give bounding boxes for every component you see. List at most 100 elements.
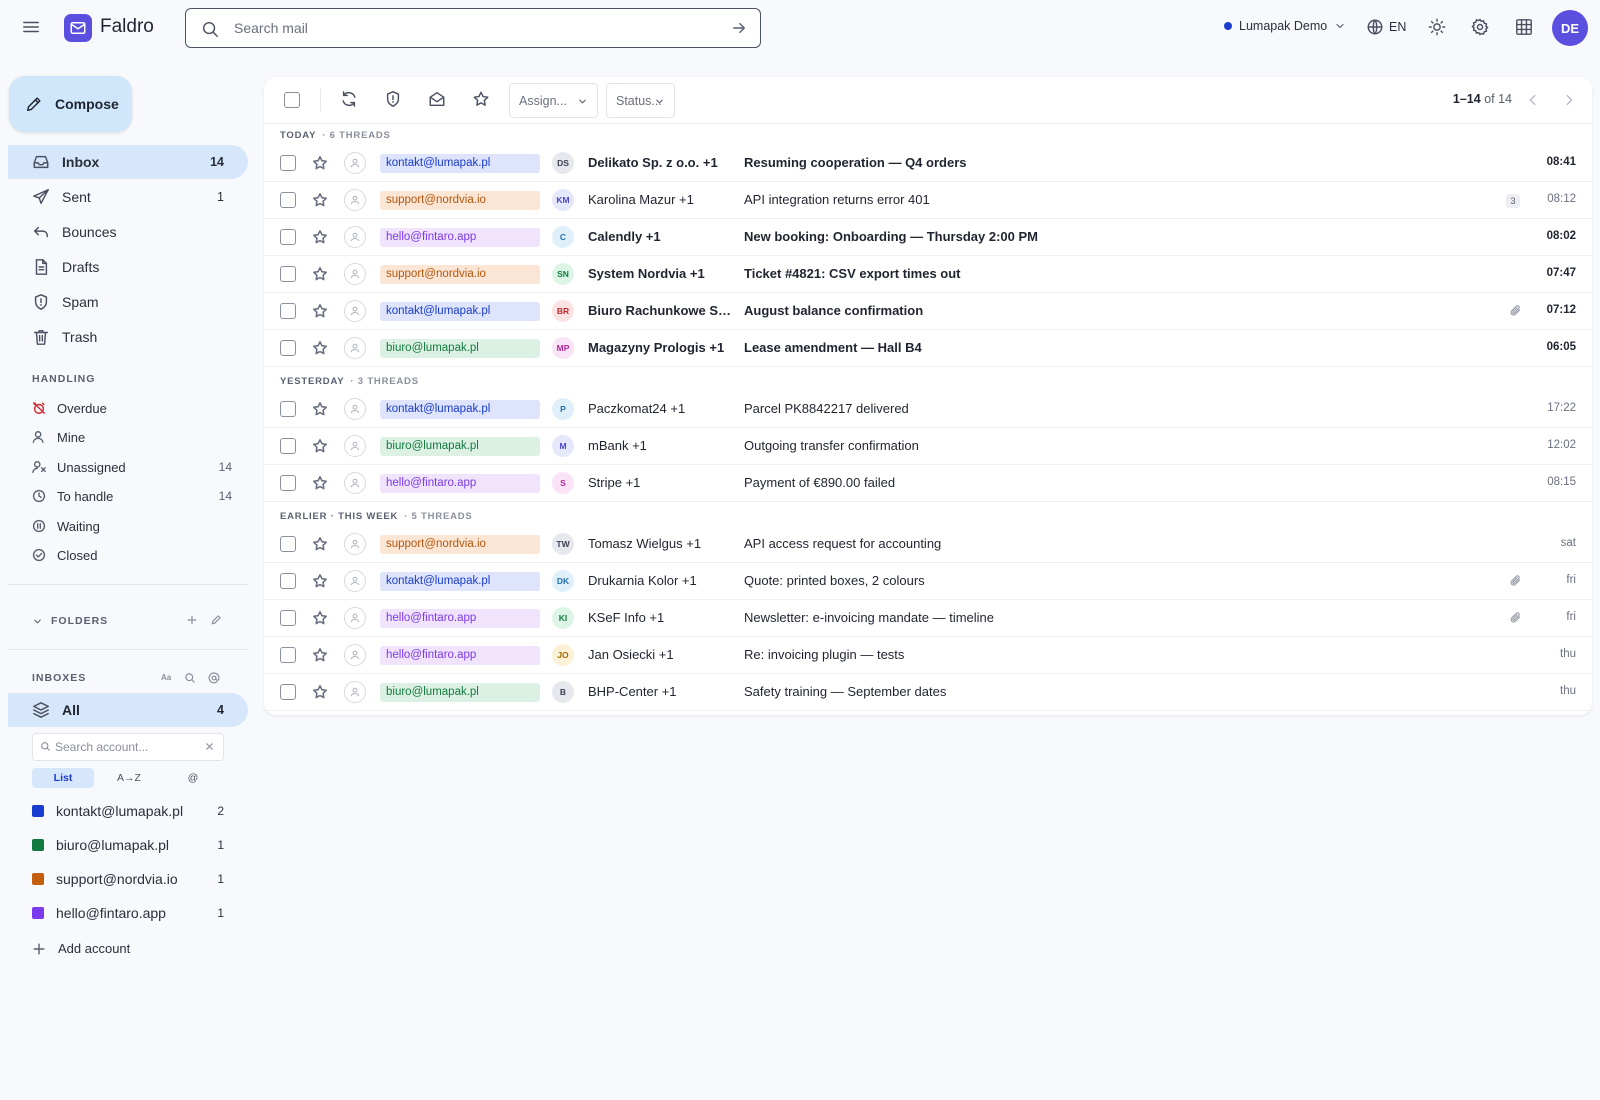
email-row[interactable]: hello@fintaro.app S Stripe +1 Payment of €8…: [264, 465, 1592, 502]
star-icon[interactable]: [312, 401, 328, 417]
text-size-icon[interactable]: Aa: [161, 673, 171, 682]
nav-drafts[interactable]: Drafts: [8, 250, 248, 284]
assignee-user-icon[interactable]: [344, 398, 366, 420]
nav-bounces[interactable]: Bounces: [8, 215, 248, 249]
email-row[interactable]: kontakt@lumapak.pl BR Biuro Rachunkowe Sal…: [264, 293, 1592, 330]
account-tag[interactable]: biuro@lumapak.pl: [380, 437, 540, 456]
search-bar[interactable]: [185, 8, 761, 48]
star-icon[interactable]: [472, 90, 490, 108]
account-tag[interactable]: support@nordvia.io: [380, 191, 540, 210]
row-checkbox[interactable]: [280, 340, 296, 356]
row-checkbox[interactable]: [280, 610, 296, 626]
email-row[interactable]: support@nordvia.io KM Karolina Mazur +1 API…: [264, 182, 1592, 219]
nav-sent[interactable]: Sent 1: [8, 180, 248, 214]
row-checkbox[interactable]: [280, 192, 296, 208]
assignee-user-icon[interactable]: [344, 263, 366, 285]
account-tag[interactable]: support@nordvia.io: [380, 265, 540, 284]
star-icon[interactable]: [312, 303, 328, 319]
assignee-user-icon[interactable]: [344, 644, 366, 666]
edit-folder-icon[interactable]: [210, 614, 222, 626]
star-icon[interactable]: [312, 536, 328, 552]
email-row[interactable]: kontakt@lumapak.pl DS Delikato Sp. z o.o. …: [264, 145, 1592, 182]
account-tag[interactable]: kontakt@lumapak.pl: [380, 572, 540, 591]
star-icon[interactable]: [312, 647, 328, 663]
account-search-input[interactable]: [55, 734, 205, 760]
compose-button[interactable]: Compose: [9, 76, 132, 132]
account-item[interactable]: kontakt@lumapak.pl 2: [32, 798, 224, 824]
select-all-checkbox[interactable]: [284, 92, 300, 108]
handling-item-closed[interactable]: Closed: [32, 541, 232, 569]
row-checkbox[interactable]: [280, 475, 296, 491]
inboxes-all[interactable]: All 4: [8, 693, 248, 727]
language-switcher[interactable]: EN: [1366, 18, 1406, 36]
account-item[interactable]: hello@fintaro.app 1: [32, 900, 224, 926]
status-dropdown[interactable]: Status...: [606, 83, 675, 118]
refresh-icon[interactable]: [340, 90, 358, 108]
account-search[interactable]: [32, 733, 224, 761]
assign-dropdown[interactable]: Assign...: [509, 83, 598, 118]
star-icon[interactable]: [312, 684, 328, 700]
email-row[interactable]: hello@fintaro.app C Calendly +1 New booking…: [264, 219, 1592, 256]
view-mode-at[interactable]: @: [162, 768, 224, 788]
view-mode-list[interactable]: List: [32, 768, 94, 788]
email-row[interactable]: kontakt@lumapak.pl P Paczkomat24 +1 Parcel …: [264, 391, 1592, 428]
user-avatar[interactable]: DE: [1552, 10, 1588, 46]
row-checkbox[interactable]: [280, 573, 296, 589]
star-icon[interactable]: [312, 266, 328, 282]
star-icon[interactable]: [312, 192, 328, 208]
nav-inbox[interactable]: Inbox 14: [8, 145, 248, 179]
apps-grid-icon[interactable]: [1515, 18, 1533, 36]
account-tag[interactable]: support@nordvia.io: [380, 535, 540, 554]
account-tag[interactable]: hello@fintaro.app: [380, 646, 540, 665]
row-checkbox[interactable]: [280, 684, 296, 700]
arrow-right-icon[interactable]: [732, 21, 746, 35]
org-switcher[interactable]: Lumapak Demo: [1224, 19, 1346, 33]
chevron-left-icon[interactable]: [1526, 93, 1540, 107]
email-row[interactable]: hello@fintaro.app KI KSeF Info +1 Newslette…: [264, 600, 1592, 637]
add-folder-icon[interactable]: [186, 614, 198, 626]
row-checkbox[interactable]: [280, 536, 296, 552]
assignee-user-icon[interactable]: [344, 226, 366, 248]
account-tag[interactable]: biuro@lumapak.pl: [380, 339, 540, 358]
star-icon[interactable]: [312, 610, 328, 626]
star-icon[interactable]: [312, 475, 328, 491]
account-tag[interactable]: hello@fintaro.app: [380, 474, 540, 493]
email-row[interactable]: hello@fintaro.app JO Jan Osiecki +1 Re: inv…: [264, 637, 1592, 674]
star-icon[interactable]: [312, 573, 328, 589]
row-checkbox[interactable]: [280, 229, 296, 245]
search-input[interactable]: [234, 9, 714, 47]
email-row[interactable]: biuro@lumapak.pl B BHP-Center +1 Safety tra…: [264, 674, 1592, 711]
assignee-user-icon[interactable]: [344, 435, 366, 457]
handling-item-overdue[interactable]: Overdue: [32, 394, 232, 422]
gear-icon[interactable]: [1471, 18, 1489, 36]
account-tag[interactable]: biuro@lumapak.pl: [380, 683, 540, 702]
handling-item-to-handle[interactable]: To handle 14: [32, 482, 232, 510]
handling-item-mine[interactable]: Mine: [32, 423, 232, 451]
nav-trash[interactable]: Trash: [8, 320, 248, 354]
assignee-user-icon[interactable]: [344, 189, 366, 211]
row-checkbox[interactable]: [280, 303, 296, 319]
account-item[interactable]: support@nordvia.io 1: [32, 866, 224, 892]
row-checkbox[interactable]: [280, 438, 296, 454]
account-item[interactable]: biuro@lumapak.pl 1: [32, 832, 224, 858]
handling-item-unassigned[interactable]: Unassigned 14: [32, 453, 232, 481]
view-mode-az[interactable]: A→Z: [98, 768, 160, 788]
account-tag[interactable]: kontakt@lumapak.pl: [380, 302, 540, 321]
star-icon[interactable]: [312, 155, 328, 171]
email-row[interactable]: support@nordvia.io SN System Nordvia +1 Tic…: [264, 256, 1592, 293]
mark-read-icon[interactable]: [428, 90, 446, 108]
row-checkbox[interactable]: [280, 647, 296, 663]
assignee-user-icon[interactable]: [344, 681, 366, 703]
sun-icon[interactable]: [1428, 18, 1446, 36]
clear-icon[interactable]: [204, 741, 215, 752]
row-checkbox[interactable]: [280, 401, 296, 417]
email-row[interactable]: kontakt@lumapak.pl DK Drukarnia Kolor +1 Qu…: [264, 563, 1592, 600]
assignee-user-icon[interactable]: [344, 607, 366, 629]
assignee-user-icon[interactable]: [344, 300, 366, 322]
menu-icon[interactable]: [22, 18, 42, 38]
star-icon[interactable]: [312, 229, 328, 245]
assignee-user-icon[interactable]: [344, 337, 366, 359]
assignee-user-icon[interactable]: [344, 570, 366, 592]
at-sign-icon[interactable]: [208, 672, 220, 684]
email-row[interactable]: support@nordvia.io TW Tomasz Wielgus +1 API…: [264, 526, 1592, 563]
